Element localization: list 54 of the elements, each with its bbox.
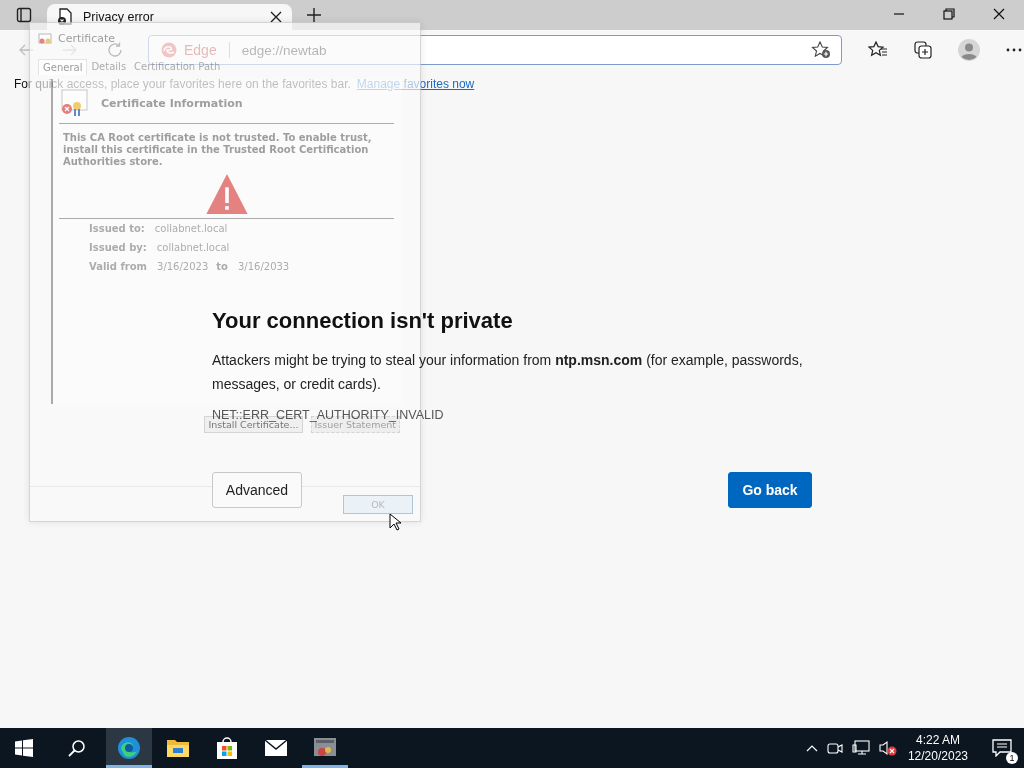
advanced-button[interactable]: Advanced xyxy=(212,472,302,508)
error-heading: Your connection isn't private xyxy=(212,308,514,334)
start-icon[interactable] xyxy=(15,739,33,757)
camera-icon[interactable] xyxy=(826,741,843,755)
field-label: Issued to: xyxy=(89,223,145,234)
chevron-up-icon[interactable] xyxy=(805,744,818,752)
field-label: Issued by: xyxy=(89,242,147,253)
network-icon[interactable] xyxy=(851,740,870,756)
error-message: Attackers might be trying to steal your information from ntp.msn.com (for example, passwords, messages, or credit cards). xyxy=(212,351,804,394)
collections-icon[interactable] xyxy=(914,41,932,59)
dialog-tab[interactable]: Details xyxy=(87,59,131,75)
volume-muted-icon[interactable] xyxy=(878,740,897,756)
tab-actions-icon[interactable] xyxy=(16,7,32,23)
site-label: Edge xyxy=(184,42,217,58)
info-title: Certificate Information xyxy=(101,96,243,110)
more-icon[interactable] xyxy=(1006,48,1022,52)
warning-triangle-icon xyxy=(205,174,248,214)
warning-page-icon xyxy=(57,8,73,26)
add-favorite-icon[interactable] xyxy=(811,41,831,59)
tab-title: Privacy error xyxy=(83,10,155,24)
untrusted-certificate-icon xyxy=(59,89,89,117)
folder-icon xyxy=(166,737,190,759)
favorites-icon[interactable] xyxy=(868,41,888,59)
field-value: 3/16/2033 xyxy=(237,261,290,272)
notifications-icon[interactable] xyxy=(992,739,1012,757)
dialog-title: Certificate xyxy=(58,32,116,45)
close-icon[interactable] xyxy=(270,11,282,23)
field-value: collabnet.local xyxy=(156,242,230,253)
restore-icon[interactable] xyxy=(943,8,955,20)
browser-tab[interactable]: Privacy error xyxy=(47,4,292,30)
field-value: collabnet.local xyxy=(154,223,228,234)
mouse-cursor xyxy=(389,513,401,531)
field-label: Valid from xyxy=(89,261,147,272)
field-value: 3/16/2023 xyxy=(157,261,209,272)
notification-count-badge: 1 xyxy=(1006,752,1018,764)
edge-taskbar-button[interactable] xyxy=(106,728,152,768)
search-icon[interactable] xyxy=(68,739,86,757)
ok-button[interactable]: OK xyxy=(343,494,413,514)
edge-logo-icon xyxy=(117,736,141,760)
shopping-bag-icon xyxy=(216,736,238,760)
clock-time: 4:22 AM xyxy=(915,732,960,748)
clock-date: 12/20/2023 xyxy=(907,748,968,764)
edge-logo-icon xyxy=(161,42,177,58)
url-text: edge://newtab xyxy=(241,42,327,58)
profile-avatar[interactable] xyxy=(958,39,980,61)
trust-warning: This CA Root certificate is not trusted. To enable trust, install this certificate in the Trusted Root Certification Authorities store. xyxy=(63,132,373,168)
envelope-icon xyxy=(264,739,288,757)
certificate-icon xyxy=(38,32,52,45)
close-icon[interactable] xyxy=(993,8,1005,20)
certificate-window-icon xyxy=(313,737,337,759)
new-tab-icon[interactable] xyxy=(306,7,322,23)
go-back-button[interactable]: Go back xyxy=(728,472,812,508)
dialog-tab[interactable]: General xyxy=(38,59,88,75)
field-label: to xyxy=(216,261,228,272)
